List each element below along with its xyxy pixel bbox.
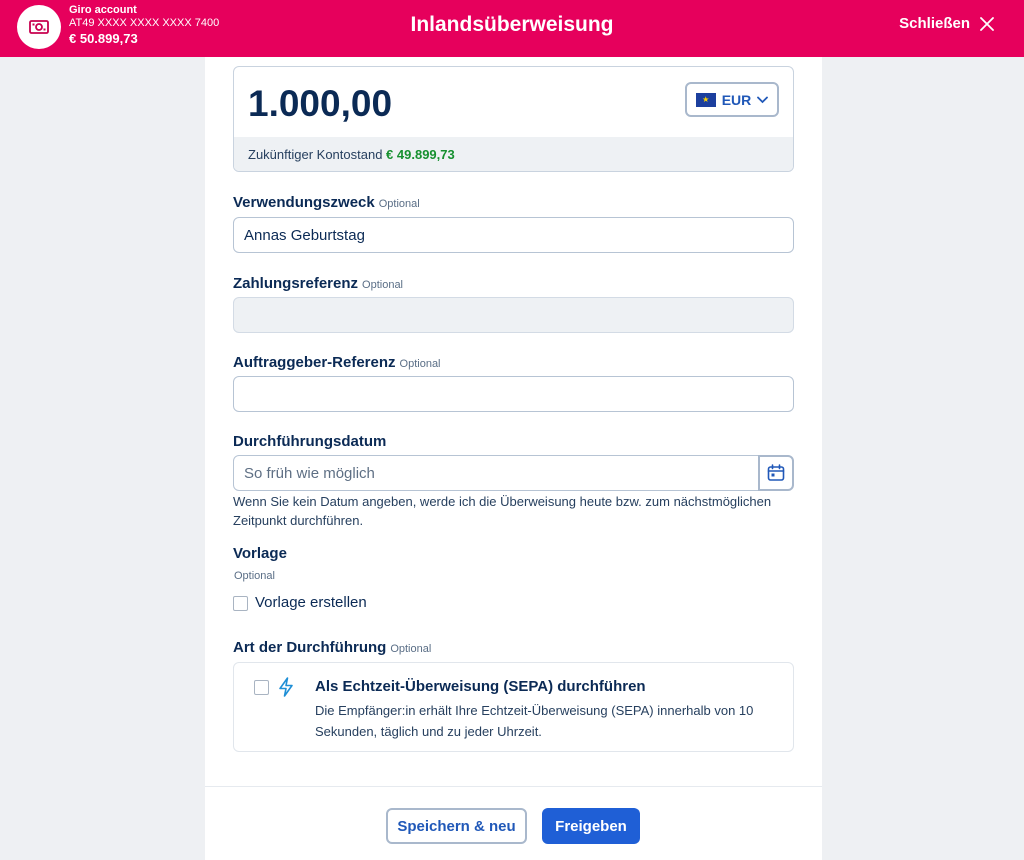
optional-tag: Optional	[362, 279, 404, 291]
release-button[interactable]: Freigeben	[542, 808, 640, 844]
calendar-button[interactable]	[758, 455, 794, 491]
execution-type-label: Art der Durchführung Optional	[233, 639, 431, 656]
template-optional: Optional	[234, 570, 275, 582]
optional-tag: Optional	[399, 358, 441, 370]
purpose-label-text: Verwendungszweck	[233, 194, 375, 211]
amount-box: 1.000,00 ★ EUR Zukünftiger Kontostand € …	[233, 66, 794, 172]
close-label: Schließen	[899, 15, 970, 32]
instant-transfer-description: Die Empfänger:in erhält Ihre Echtzeit-Üb…	[315, 703, 754, 740]
purpose-label: Verwendungszweck Optional	[233, 194, 420, 211]
close-button[interactable]: Schließen	[899, 15, 994, 32]
close-icon	[980, 16, 994, 31]
optional-tag: Optional	[390, 643, 432, 655]
calendar-icon	[767, 464, 785, 481]
lightning-icon	[279, 677, 293, 697]
execution-date-help: Wenn Sie kein Datum angeben, werde ich d…	[233, 494, 772, 528]
customer-reference-label: Auftraggeber-Referenz Optional	[233, 354, 441, 371]
customer-reference-input[interactable]	[233, 376, 794, 412]
future-balance-label: Zukünftiger Kontostand	[248, 147, 383, 162]
payment-reference-label: Zahlungsreferenz Optional	[233, 275, 403, 292]
create-template-label[interactable]: Vorlage erstellen	[255, 594, 367, 611]
future-balance-value: € 49.899,73	[386, 147, 455, 162]
chevron-down-icon	[757, 96, 769, 103]
template-label: Vorlage	[233, 545, 287, 562]
create-template-checkbox[interactable]	[233, 596, 248, 611]
top-bar: Giro account AT49 XXXX XXXX XXXX 7400 € …	[0, 0, 1024, 57]
currency-select[interactable]: ★ EUR	[685, 82, 779, 117]
amount-value[interactable]: 1.000,00	[248, 83, 392, 125]
execution-type-label-text: Art der Durchführung	[233, 639, 387, 656]
execution-date-label: Durchführungsdatum	[233, 433, 387, 450]
payment-reference-input[interactable]	[233, 297, 794, 333]
footer-divider	[205, 786, 822, 787]
execution-date-field	[233, 455, 794, 491]
future-balance: Zukünftiger Kontostand € 49.899,73	[234, 137, 793, 171]
instant-transfer-title[interactable]: Als Echtzeit-Überweisung (SEPA) durchfüh…	[315, 678, 646, 695]
execution-date-input[interactable]	[233, 455, 760, 491]
instant-transfer-checkbox[interactable]	[254, 680, 269, 695]
eu-flag-icon: ★	[695, 92, 716, 107]
page-title: Inlandsüberweisung	[410, 13, 614, 36]
transfer-form: 1.000,00 ★ EUR Zukünftiger Kontostand € …	[205, 57, 822, 860]
payment-reference-label-text: Zahlungsreferenz	[233, 275, 359, 292]
optional-tag: Optional	[378, 198, 420, 210]
customer-reference-label-text: Auftraggeber-Referenz	[233, 354, 396, 371]
save-new-button[interactable]: Speichern & neu	[386, 808, 527, 844]
purpose-input[interactable]	[233, 217, 794, 253]
instant-transfer-option: Als Echtzeit-Überweisung (SEPA) durchfüh…	[233, 662, 794, 752]
currency-label: EUR	[721, 91, 752, 108]
